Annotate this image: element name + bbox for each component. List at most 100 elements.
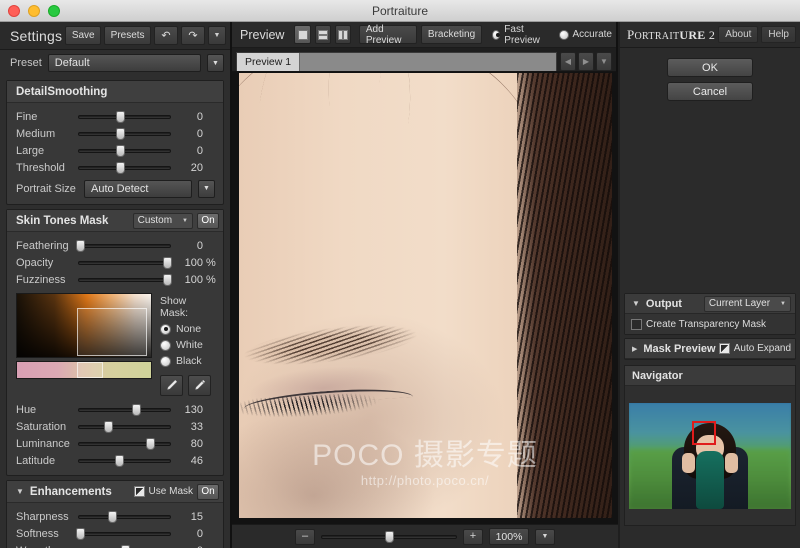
bracketing-button[interactable]: Bracketing	[421, 25, 482, 44]
slider-hue-track[interactable]	[78, 401, 171, 418]
slider-large-track[interactable]	[78, 142, 171, 159]
slider-latitude-track[interactable]	[78, 452, 171, 469]
preset-chevron-down-icon[interactable]: ▼	[207, 54, 224, 72]
slider-fine-track[interactable]	[78, 108, 171, 125]
radio-white-icon[interactable]	[160, 340, 171, 351]
portrait-size-chevron-down-icon[interactable]: ▼	[198, 180, 215, 198]
slider-fine[interactable]: Fine 0	[7, 108, 223, 125]
slider-hue[interactable]: Hue 130	[7, 401, 223, 418]
tab-next-arrow-icon[interactable]: ▶	[578, 52, 594, 71]
slider-medium-knob[interactable]	[116, 128, 125, 140]
slider-fine-knob[interactable]	[116, 111, 125, 123]
slider-luminance[interactable]: Luminance 80	[7, 435, 223, 452]
slider-feathering[interactable]: Feathering 0	[7, 237, 223, 254]
slider-luminance-knob[interactable]	[146, 438, 155, 450]
slider-latitude-knob[interactable]	[115, 455, 124, 467]
navigator-body[interactable]	[625, 386, 795, 525]
slider-hue-knob[interactable]	[132, 404, 141, 416]
slider-opacity-track[interactable]	[78, 254, 171, 271]
skin-tone-gradient-field[interactable]	[16, 293, 152, 358]
create-transparency-mask-checkbox-icon[interactable]	[631, 319, 642, 330]
add-preview-button[interactable]: Add Preview	[359, 25, 417, 44]
single-view-icon[interactable]	[294, 25, 310, 44]
portrait-size-select[interactable]: Auto Detect	[84, 180, 192, 198]
slider-saturation-track[interactable]	[78, 418, 171, 435]
zoom-slider-track[interactable]	[321, 529, 457, 545]
slider-opacity-knob[interactable]	[163, 257, 172, 269]
navigator-viewport-rect[interactable]	[692, 421, 716, 445]
skin-tones-mask-header[interactable]: Skin Tones Mask Custom ▼ On	[7, 210, 223, 232]
slider-sharpness-knob[interactable]	[108, 511, 117, 523]
create-transparency-mask-row[interactable]: Create Transparency Mask	[631, 319, 766, 330]
preview-canvas-area[interactable]: POCO 摄影专题 http://photo.poco.cn/	[232, 72, 618, 527]
fast-preview-option[interactable]: Fast Preview	[492, 24, 548, 46]
slider-latitude[interactable]: Latitude 46	[7, 452, 223, 469]
use-mask-checkbox-row[interactable]: Use Mask	[134, 486, 193, 497]
enhancements-disclosure-triangle-icon[interactable]: ▼	[16, 487, 24, 496]
settings-menu-chevron-down-icon[interactable]: ▼	[208, 26, 226, 45]
enhancements-header[interactable]: ▼ Enhancements Use Mask On	[7, 481, 223, 503]
slider-medium-track[interactable]	[78, 125, 171, 142]
skin-tone-hue-selection[interactable]	[77, 362, 103, 378]
radio-none-icon[interactable]	[160, 324, 171, 335]
mask-preview-disclosure-triangle-icon[interactable]: ▶	[632, 345, 637, 353]
slider-opacity[interactable]: Opacity 100 %	[7, 254, 223, 271]
about-button[interactable]: About	[718, 26, 758, 43]
auto-expand-checkbox-icon[interactable]	[719, 343, 730, 354]
slider-medium[interactable]: Medium 0	[7, 125, 223, 142]
slider-softness-track[interactable]	[78, 525, 171, 542]
save-button[interactable]: Save	[65, 26, 101, 45]
help-button[interactable]: Help	[761, 26, 796, 43]
slider-fuzziness[interactable]: Fuzziness 100 %	[7, 271, 223, 288]
zoom-in-button[interactable]: +	[463, 529, 483, 545]
tab-menu-chevron-down-icon[interactable]: ▼	[596, 52, 612, 71]
slider-threshold-track[interactable]	[78, 159, 171, 176]
slider-saturation-knob[interactable]	[104, 421, 113, 433]
show-mask-option-none[interactable]: None	[160, 323, 215, 335]
slider-sharpness-track[interactable]	[78, 508, 171, 525]
preset-select[interactable]: Default	[48, 54, 201, 72]
output-header[interactable]: ▼ Output Current Layer ▼	[625, 294, 795, 314]
accurate-option[interactable]: Accurate	[559, 29, 612, 40]
use-mask-checkbox-icon[interactable]	[134, 486, 145, 497]
skin-tones-mode-select[interactable]: Custom ▼	[133, 213, 193, 229]
ok-button[interactable]: OK	[667, 58, 753, 77]
slider-softness-knob[interactable]	[76, 528, 85, 540]
slider-feathering-knob[interactable]	[76, 240, 85, 252]
zoom-slider-knob[interactable]	[385, 531, 394, 543]
detail-smoothing-header[interactable]: DetailSmoothing	[7, 81, 223, 103]
eyedropper-add-icon[interactable]	[160, 375, 183, 396]
radio-accurate-icon[interactable]	[559, 30, 569, 40]
radio-fast-preview-icon[interactable]	[492, 30, 500, 40]
presets-button[interactable]: Presets	[104, 26, 151, 45]
slider-threshold[interactable]: Threshold 20	[7, 159, 223, 176]
preview-image[interactable]: POCO 摄影专题 http://photo.poco.cn/	[239, 73, 612, 518]
slider-saturation[interactable]: Saturation 33	[7, 418, 223, 435]
tab-preview-1[interactable]: Preview 1	[237, 53, 300, 71]
skin-tones-on-toggle[interactable]: On	[197, 213, 219, 229]
skin-tone-selection-rect[interactable]	[77, 308, 147, 356]
slider-threshold-knob[interactable]	[116, 162, 125, 174]
slider-warmth-track[interactable]	[78, 542, 171, 548]
slider-warmth[interactable]: Warmth 0	[7, 542, 223, 548]
undo-icon[interactable]: ↶	[154, 26, 178, 45]
radio-black-icon[interactable]	[160, 356, 171, 367]
show-mask-option-black[interactable]: Black	[160, 355, 215, 367]
redo-icon[interactable]: ↷	[181, 26, 205, 45]
navigator-thumbnail[interactable]	[629, 403, 791, 509]
slider-fuzziness-knob[interactable]	[163, 274, 172, 286]
mask-preview-header[interactable]: ▶ Mask Preview Auto Expand	[625, 339, 795, 359]
zoom-level-value[interactable]: 100%	[489, 528, 529, 545]
slider-large-knob[interactable]	[116, 145, 125, 157]
auto-expand-row[interactable]: Auto Expand	[719, 343, 791, 354]
slider-fuzziness-track[interactable]	[78, 271, 171, 288]
vertical-split-view-icon[interactable]	[335, 25, 351, 44]
show-mask-option-white[interactable]: White	[160, 339, 215, 351]
enhancements-on-toggle[interactable]: On	[197, 484, 219, 500]
slider-large[interactable]: Large 0	[7, 142, 223, 159]
output-target-select[interactable]: Current Layer ▼	[704, 296, 791, 312]
slider-feathering-track[interactable]	[78, 237, 171, 254]
cancel-button[interactable]: Cancel	[667, 82, 753, 101]
zoom-menu-chevron-down-icon[interactable]: ▼	[535, 529, 555, 545]
zoom-out-button[interactable]: –	[295, 529, 315, 545]
